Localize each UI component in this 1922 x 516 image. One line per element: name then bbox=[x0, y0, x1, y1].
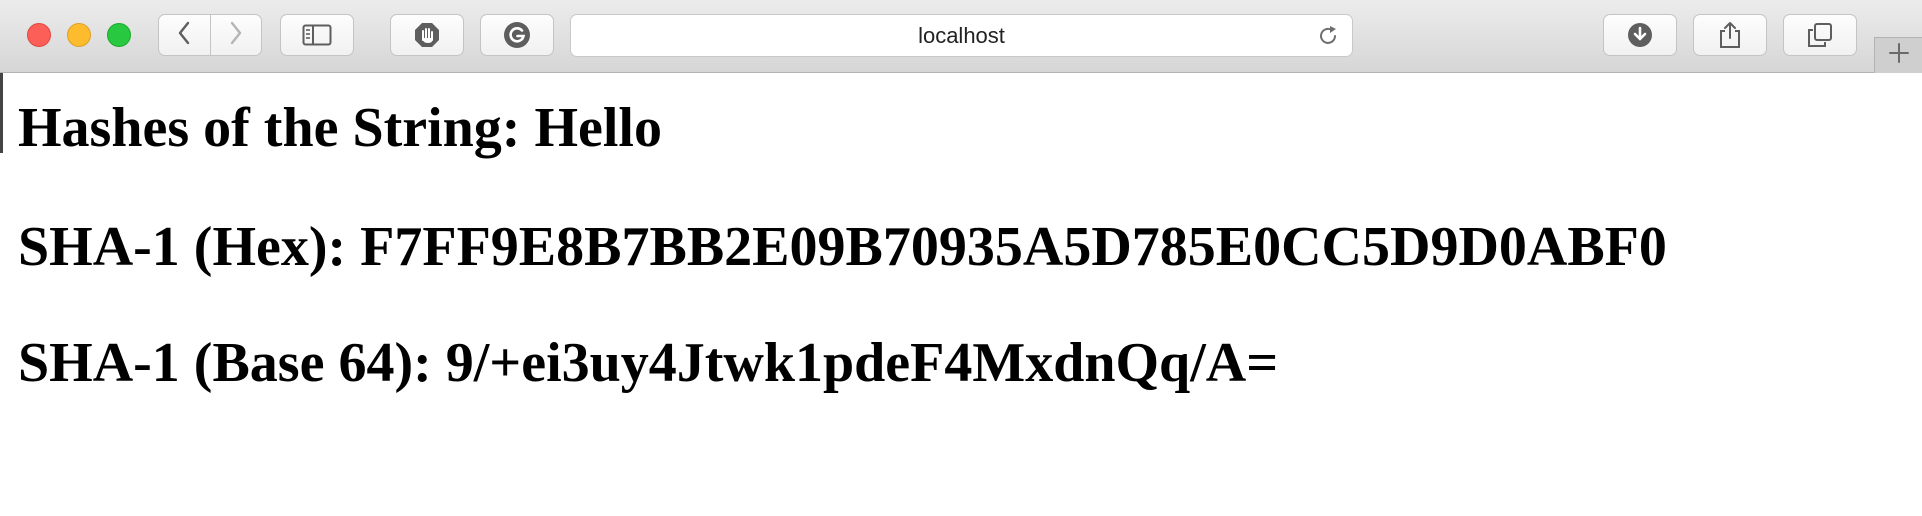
hand-icon bbox=[413, 21, 441, 49]
chevron-left-icon bbox=[177, 21, 191, 50]
download-icon bbox=[1626, 21, 1654, 49]
share-button[interactable] bbox=[1693, 14, 1767, 56]
close-window-button[interactable] bbox=[27, 23, 51, 47]
forward-button[interactable] bbox=[209, 15, 262, 55]
minimize-window-button[interactable] bbox=[67, 23, 91, 47]
address-bar[interactable]: localhost bbox=[570, 14, 1353, 57]
chevron-right-icon bbox=[229, 21, 243, 50]
back-button[interactable] bbox=[159, 15, 210, 55]
sidebar-icon bbox=[302, 24, 332, 46]
share-icon bbox=[1717, 20, 1743, 50]
new-tab-button[interactable] bbox=[1874, 37, 1922, 73]
reload-icon[interactable] bbox=[1316, 24, 1340, 48]
tab-overview-button[interactable] bbox=[1783, 14, 1857, 56]
grammarly-icon bbox=[502, 20, 532, 50]
sidebar-button[interactable] bbox=[280, 14, 354, 56]
browser-toolbar: localhost bbox=[0, 0, 1922, 73]
plus-icon bbox=[1888, 42, 1910, 69]
tabs-overview-icon bbox=[1807, 22, 1833, 48]
navigation-button-group bbox=[158, 14, 262, 56]
url-text: localhost bbox=[918, 22, 1005, 48]
content-blocker-button[interactable] bbox=[390, 14, 464, 56]
sha1-base64-heading: SHA-1 (Base 64): 9/+ei3uy4Jtwk1pdeF4Mxdn… bbox=[18, 332, 1279, 394]
browser-window: localhost Hashes of the String: Hello SH… bbox=[0, 0, 1922, 516]
downloads-button[interactable] bbox=[1603, 14, 1677, 56]
page-left-edge bbox=[0, 73, 3, 153]
page-title-heading: Hashes of the String: Hello bbox=[18, 97, 662, 159]
extension-button[interactable] bbox=[480, 14, 554, 56]
zoom-window-button[interactable] bbox=[107, 23, 131, 47]
sha1-hex-heading: SHA-1 (Hex): F7FF9E8B7BB2E09B70935A5D785… bbox=[18, 216, 1667, 278]
